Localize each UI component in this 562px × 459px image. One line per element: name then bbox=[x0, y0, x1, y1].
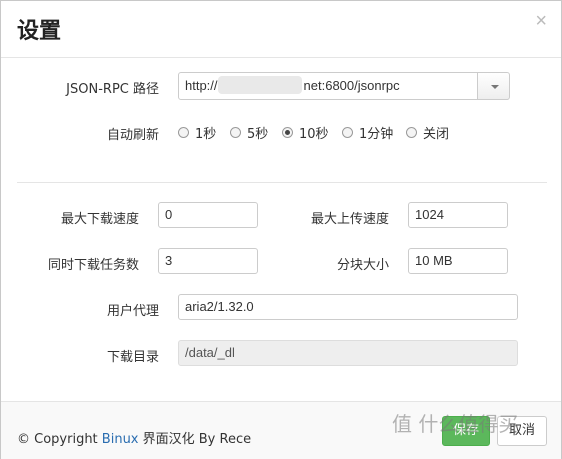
dialog-title: 设置 bbox=[17, 19, 62, 44]
dialog-footer: © Copyright Binux 界面汉化 By Rece 保存 取消 bbox=[1, 401, 561, 459]
redacted-host bbox=[218, 76, 302, 94]
download-dir-input: /data/_dl bbox=[178, 340, 518, 366]
refresh-option-5s[interactable]: 5秒 bbox=[230, 125, 268, 142]
rpc-combobox: http:// net:6800/jsonrpc bbox=[178, 72, 510, 100]
dialog-header: 设置 × bbox=[1, 1, 561, 58]
close-icon[interactable]: × bbox=[535, 11, 547, 31]
max-upload-input[interactable]: 1024 bbox=[408, 202, 508, 228]
user-agent-input[interactable]: aria2/1.32.0 bbox=[178, 294, 518, 320]
user-agent-label: 用户代理 bbox=[106, 304, 159, 319]
cancel-button[interactable]: 取消 bbox=[497, 416, 547, 446]
chunk-size-label: 分块大小 bbox=[336, 258, 389, 273]
refresh-option-1s[interactable]: 1秒 bbox=[178, 125, 216, 142]
settings-dialog: 设置 × JSON-RPC 路径 http:// net:6800/jsonrpc… bbox=[0, 0, 562, 459]
max-upload-label: 最大上传速度 bbox=[310, 212, 389, 227]
save-button[interactable]: 保存 bbox=[442, 416, 490, 446]
refresh-option-10s[interactable]: 10秒 bbox=[282, 125, 329, 142]
radio-icon bbox=[342, 126, 353, 138]
radio-icon bbox=[230, 126, 241, 138]
chevron-down-icon bbox=[491, 85, 499, 89]
max-download-label: 最大下载速度 bbox=[60, 212, 139, 227]
refresh-label: 自动刷新 bbox=[106, 128, 159, 143]
chunk-size-input[interactable]: 10 MB bbox=[408, 248, 508, 274]
radio-checked-icon bbox=[282, 126, 293, 138]
binux-link[interactable]: Binux bbox=[102, 432, 139, 447]
rpc-value-prefix: http:// bbox=[185, 78, 218, 93]
copyright-text: © Copyright Binux 界面汉化 By Rece bbox=[17, 432, 252, 447]
rpc-label: JSON-RPC 路径 bbox=[66, 82, 159, 97]
radio-icon bbox=[406, 126, 417, 138]
concurrent-input[interactable]: 3 bbox=[158, 248, 258, 274]
download-dir-label: 下载目录 bbox=[106, 350, 159, 365]
rpc-dropdown-button[interactable] bbox=[477, 72, 510, 100]
refresh-option-1m[interactable]: 1分钟 bbox=[342, 125, 393, 142]
rpc-value-suffix: net:6800/jsonrpc bbox=[303, 78, 400, 93]
radio-icon bbox=[178, 126, 189, 138]
max-download-input[interactable]: 0 bbox=[158, 202, 258, 228]
concurrent-label: 同时下载任务数 bbox=[47, 258, 139, 273]
refresh-option-off[interactable]: 关闭 bbox=[406, 125, 449, 142]
section-divider bbox=[17, 182, 547, 183]
